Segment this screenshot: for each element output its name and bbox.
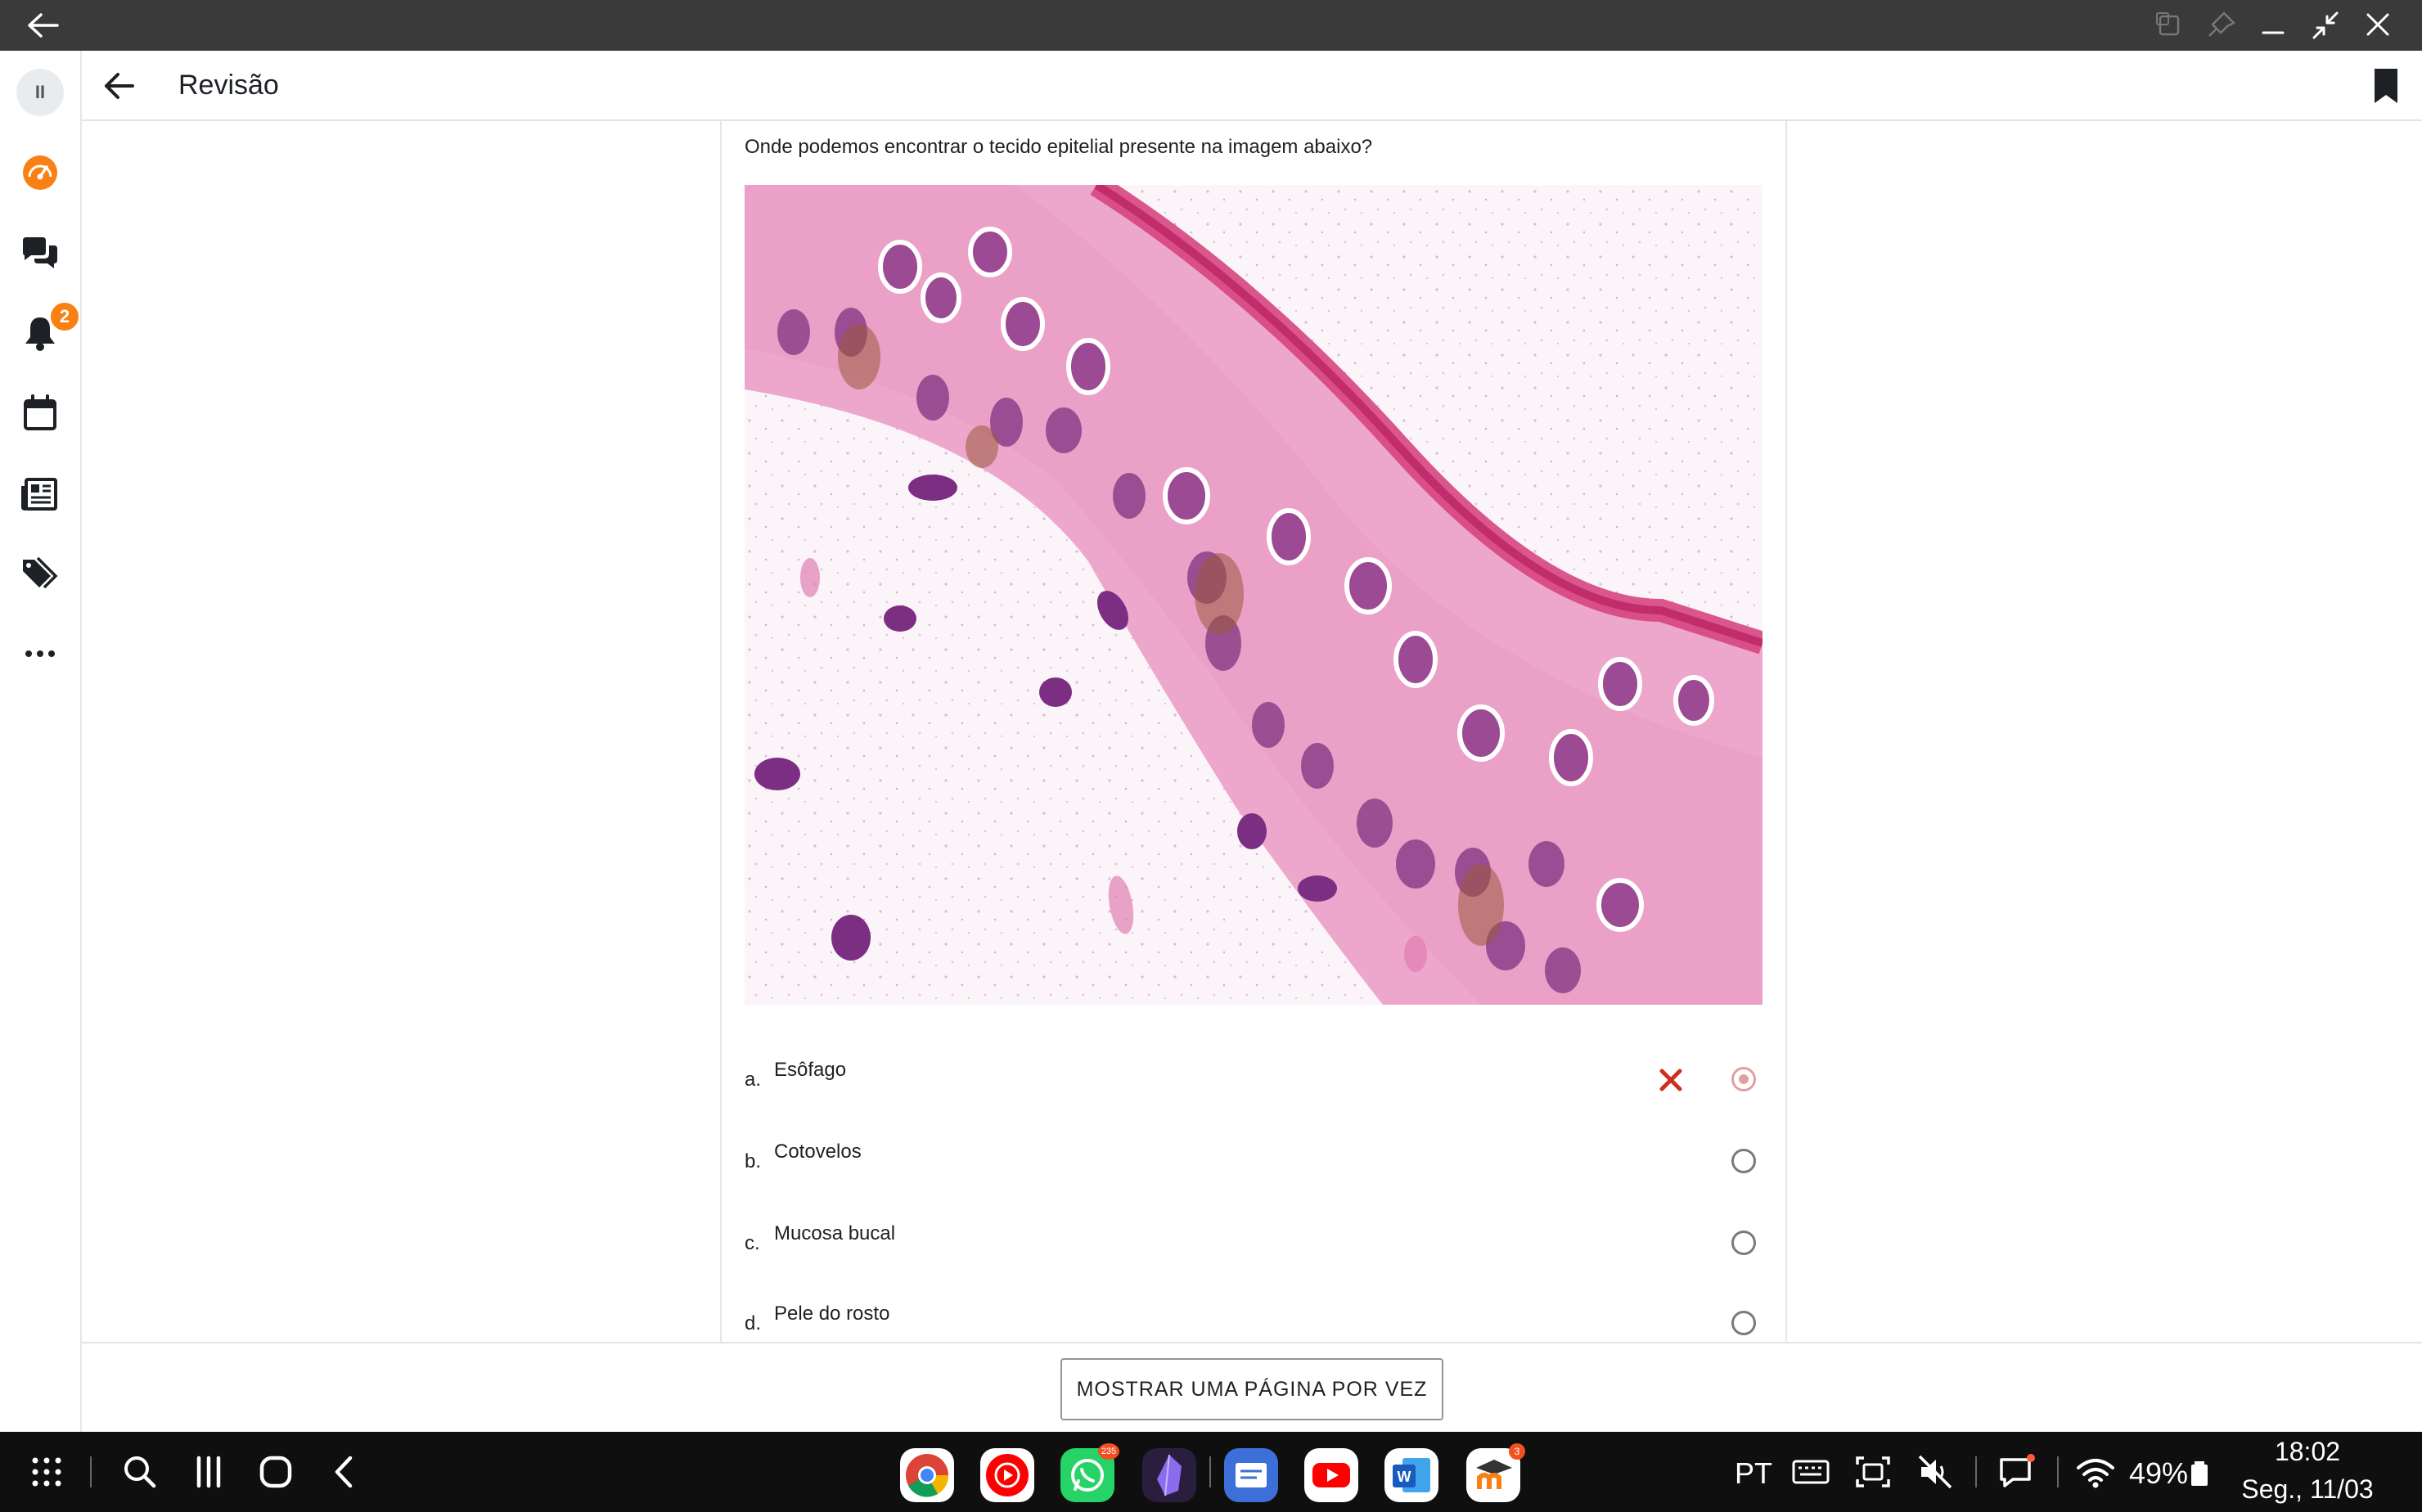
svg-text:W: W <box>1398 1469 1411 1485</box>
notification-badge: 2 <box>51 303 79 331</box>
answer-option-a[interactable]: a. Esôfago <box>745 1052 1762 1118</box>
notifications-panel-icon[interactable] <box>1997 1451 2037 1492</box>
bookmark-icon[interactable] <box>2368 65 2404 106</box>
nav-back-icon[interactable] <box>324 1451 365 1492</box>
dashboard-icon[interactable] <box>20 152 61 193</box>
mute-icon[interactable] <box>1915 1451 1956 1492</box>
screen-capture-icon[interactable] <box>1853 1451 1893 1492</box>
left-navigation-rail: II 2 <box>0 51 82 1432</box>
answer-radio[interactable] <box>1731 1231 1756 1255</box>
apps-grid-icon[interactable] <box>26 1451 67 1492</box>
answer-letter: c. <box>745 1232 760 1254</box>
page-header: Revisão <box>82 51 2422 121</box>
moodle-icon[interactable]: 3 <box>1466 1443 1525 1502</box>
tags-icon[interactable] <box>20 553 61 594</box>
drawer-toggle-button[interactable]: II <box>16 69 64 116</box>
moodle-badge: 3 <box>1509 1443 1525 1460</box>
question-text: Onde podemos encontrar o tecido epitelia… <box>745 136 1373 158</box>
calendar-icon[interactable] <box>20 393 61 434</box>
system-title-bar <box>0 0 2422 51</box>
answer-text: Esôfago <box>774 1059 847 1081</box>
clock-date: Seg., 11/03 <box>2241 1474 2374 1504</box>
keyboard-icon[interactable] <box>1790 1451 1831 1492</box>
close-window-icon[interactable] <box>2361 10 2394 41</box>
restore-icon[interactable] <box>2309 10 2342 41</box>
search-icon[interactable] <box>119 1451 160 1492</box>
clock-time: 18:02 <box>2274 1437 2341 1466</box>
pin-icon[interactable] <box>2204 10 2237 41</box>
answer-option-d[interactable]: d. Pele do rosto <box>745 1296 1762 1342</box>
news-icon[interactable] <box>20 473 61 514</box>
answer-radio[interactable] <box>1731 1311 1756 1335</box>
chat-icon[interactable] <box>20 232 61 273</box>
answer-text: Cotovelos <box>774 1141 862 1163</box>
answer-option-c[interactable]: c. Mucosa bucal <box>745 1216 1762 1281</box>
show-one-page-button[interactable]: MOSTRAR UMA PÁGINA POR VEZ <box>1060 1358 1443 1420</box>
taskbar-divider <box>1209 1456 1211 1487</box>
wifi-icon[interactable] <box>2075 1451 2116 1492</box>
answer-radio[interactable] <box>1731 1149 1756 1173</box>
home-icon[interactable] <box>255 1451 296 1492</box>
youtube-music-icon[interactable] <box>980 1448 1034 1502</box>
answer-letter: d. <box>745 1312 762 1334</box>
recent-apps-icon[interactable] <box>188 1451 229 1492</box>
question-card: Onde podemos encontrar o tecido epitelia… <box>720 121 1787 1342</box>
answer-text: Mucosa bucal <box>774 1222 896 1244</box>
battery-icon <box>2191 1461 2208 1486</box>
whatsapp-icon[interactable]: 235 <box>1060 1443 1119 1502</box>
back-arrow-icon[interactable] <box>100 67 137 105</box>
histology-image <box>745 185 1762 1005</box>
answer-radio[interactable] <box>1731 1067 1756 1091</box>
language-indicator[interactable]: PT <box>1735 1456 1772 1491</box>
answer-letter: a. <box>745 1069 762 1091</box>
youtube-icon[interactable] <box>1304 1448 1358 1502</box>
more-icon[interactable] <box>20 633 61 674</box>
whatsapp-badge: 235 <box>1098 1443 1119 1460</box>
notes-icon[interactable] <box>1224 1448 1278 1502</box>
answer-letter: b. <box>745 1150 762 1172</box>
word-icon[interactable]: W <box>1384 1448 1438 1502</box>
battery-percent: 49% <box>2129 1456 2189 1490</box>
incorrect-mark-icon <box>1659 1069 1682 1091</box>
window-back-icon[interactable] <box>25 10 61 41</box>
minimize-icon[interactable] <box>2257 10 2289 41</box>
page-title: Revisão <box>178 70 279 101</box>
answer-text: Pele do rosto <box>774 1303 890 1325</box>
system-taskbar: 235 W 3 PT 49% 18:02 Seg., 11/03 <box>0 1432 2422 1512</box>
footer-bar: MOSTRAR UMA PÁGINA POR VEZ <box>82 1342 2422 1433</box>
answer-option-b[interactable]: b. Cotovelos <box>745 1134 1762 1199</box>
obsidian-icon[interactable] <box>1142 1448 1196 1502</box>
chrome-icon[interactable] <box>900 1448 954 1502</box>
taskbar-divider <box>2057 1456 2059 1487</box>
taskbar-divider <box>90 1456 92 1487</box>
taskbar-divider <box>1975 1456 1977 1487</box>
window-popup-icon[interactable] <box>2152 10 2185 41</box>
